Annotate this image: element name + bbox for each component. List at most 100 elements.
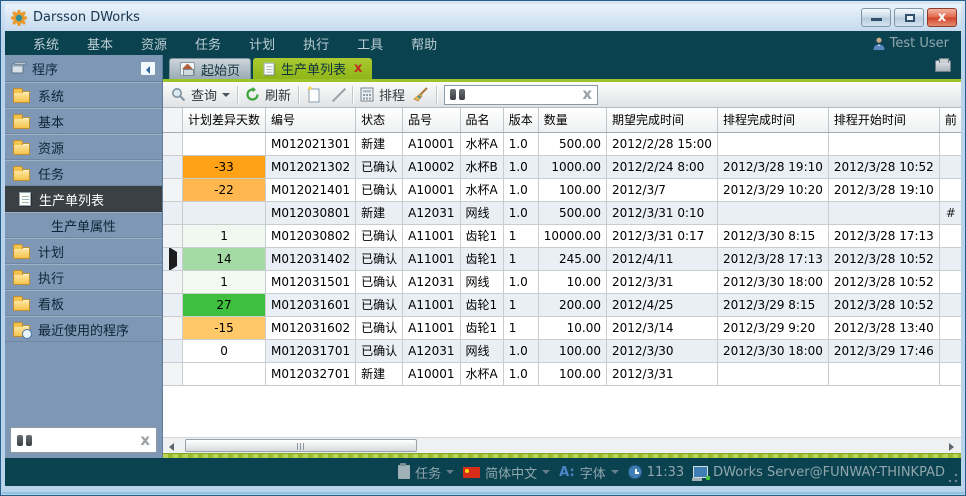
cell-item_no[interactable]: A11001 bbox=[403, 316, 460, 339]
cell-expected[interactable]: 2012/4/11 bbox=[607, 247, 718, 270]
query-dropdown-caret[interactable] bbox=[222, 93, 230, 101]
cell-qty[interactable]: 100.00 bbox=[538, 339, 606, 362]
sidebar-item-生产单列表[interactable]: 生产单列表 bbox=[5, 186, 162, 212]
cell-diff[interactable] bbox=[183, 201, 266, 224]
table-row-M012030802[interactable]: 1M012030802已确认A11001齿轮1110000.002012/3/3… bbox=[163, 224, 961, 247]
cell-item_no[interactable]: A11001 bbox=[403, 247, 460, 270]
row-marker-cell[interactable] bbox=[163, 201, 183, 224]
column-header-期望完成时间[interactable]: 期望完成时间 bbox=[607, 108, 718, 132]
row-marker-cell[interactable] bbox=[163, 270, 183, 293]
cell-version[interactable]: 1.0 bbox=[503, 178, 538, 201]
cell-version[interactable]: 1.0 bbox=[503, 270, 538, 293]
cell-sched_start[interactable]: 2012/3/28 10:52 bbox=[828, 155, 939, 178]
sidebar-collapse-button[interactable] bbox=[140, 61, 156, 76]
menu-item-计划[interactable]: 计划 bbox=[235, 34, 289, 53]
cell-expected[interactable]: 2012/3/31 0:10 bbox=[607, 201, 718, 224]
cell-diff[interactable]: 1 bbox=[183, 270, 266, 293]
cell-version[interactable]: 1.0 bbox=[503, 339, 538, 362]
cell-expected[interactable]: 2012/3/31 bbox=[607, 270, 718, 293]
row-marker-cell[interactable] bbox=[163, 339, 183, 362]
minimize-button[interactable] bbox=[861, 8, 891, 27]
menu-item-执行[interactable]: 执行 bbox=[289, 34, 343, 53]
cell-item_name[interactable]: 网线 bbox=[460, 270, 503, 293]
table-row-M012021401[interactable]: -22M012021401已确认A10001水杯A1.0100.002012/3… bbox=[163, 178, 961, 201]
cell-sched_start[interactable]: 2012/3/28 19:10 bbox=[828, 178, 939, 201]
cell-sched_start[interactable]: 2012/3/28 10:52 bbox=[828, 247, 939, 270]
sidebar-item-计划[interactable]: 计划 bbox=[5, 238, 162, 264]
cell-status[interactable]: 新建 bbox=[356, 362, 403, 385]
cell-qty[interactable]: 100.00 bbox=[538, 178, 606, 201]
scroll-right-button[interactable] bbox=[943, 439, 959, 453]
table-row-M012030801[interactable]: M012030801新建A12031网线1.0500.002012/3/31 0… bbox=[163, 201, 961, 224]
cell-extra[interactable] bbox=[939, 316, 961, 339]
tab-起始页[interactable]: 起始页 bbox=[169, 58, 251, 79]
cell-version[interactable]: 1.0 bbox=[503, 155, 538, 178]
menu-item-系统[interactable]: 系统 bbox=[19, 34, 73, 53]
sidebar-item-资源[interactable]: 资源 bbox=[5, 134, 162, 160]
cell-diff[interactable]: -15 bbox=[183, 316, 266, 339]
cell-code[interactable]: M012031601 bbox=[266, 293, 356, 316]
task-menu[interactable]: 任务 bbox=[398, 463, 454, 482]
cell-item_name[interactable]: 水杯A bbox=[460, 362, 503, 385]
cell-version[interactable]: 1 bbox=[503, 316, 538, 339]
cell-code[interactable]: M012031602 bbox=[266, 316, 356, 339]
cell-version[interactable]: 1 bbox=[503, 224, 538, 247]
cell-status[interactable]: 已确认 bbox=[356, 178, 403, 201]
cell-code[interactable]: M012032701 bbox=[266, 362, 356, 385]
row-marker-cell[interactable] bbox=[163, 247, 183, 270]
cell-code[interactable]: M012031501 bbox=[266, 270, 356, 293]
cell-sched_start[interactable] bbox=[828, 132, 939, 155]
column-header-排程开始时间[interactable]: 排程开始时间 bbox=[828, 108, 939, 132]
sidebar-item-执行[interactable]: 执行 bbox=[5, 264, 162, 290]
cell-sched_start[interactable]: 2012/3/29 17:46 bbox=[828, 339, 939, 362]
table-row-M012031601[interactable]: 27M012031601已确认A11001齿轮11200.002012/4/25… bbox=[163, 293, 961, 316]
cell-sched_start[interactable]: 2012/3/28 17:13 bbox=[828, 224, 939, 247]
cell-item_name[interactable]: 齿轮1 bbox=[460, 316, 503, 339]
cell-code[interactable]: M012021401 bbox=[266, 178, 356, 201]
cell-diff[interactable]: 0 bbox=[183, 339, 266, 362]
cell-sched_start[interactable]: 2012/3/28 10:52 bbox=[828, 293, 939, 316]
printer-icon[interactable] bbox=[935, 60, 951, 72]
table-row-M012031701[interactable]: 0M012031701已确认A12031网线1.0100.002012/3/30… bbox=[163, 339, 961, 362]
cell-code[interactable]: M012030802 bbox=[266, 224, 356, 247]
row-marker-cell[interactable] bbox=[163, 362, 183, 385]
cell-qty[interactable]: 500.00 bbox=[538, 201, 606, 224]
cell-code[interactable]: M012031701 bbox=[266, 339, 356, 362]
cell-qty[interactable]: 100.00 bbox=[538, 362, 606, 385]
sidebar-search-clear-icon[interactable]: x bbox=[140, 433, 150, 448]
cell-code[interactable]: M012030801 bbox=[266, 201, 356, 224]
column-header-品名[interactable]: 品名 bbox=[460, 108, 503, 132]
column-header-排程完成时间[interactable]: 排程完成时间 bbox=[717, 108, 828, 132]
cell-item_no[interactable]: A11001 bbox=[403, 224, 460, 247]
cell-sched_finish[interactable]: 2012/3/30 8:15 bbox=[717, 224, 828, 247]
toolbar-search-input[interactable] bbox=[470, 88, 577, 102]
table-row-M012032701[interactable]: M012032701新建A10001水杯A1.0100.002012/3/31 bbox=[163, 362, 961, 385]
cell-sched_finish[interactable] bbox=[717, 132, 828, 155]
table-row-M012021302[interactable]: -33M012021302已确认A10002水杯B1.01000.002012/… bbox=[163, 155, 961, 178]
schedule-button[interactable]: 排程 bbox=[360, 85, 405, 104]
cell-extra[interactable] bbox=[939, 132, 961, 155]
table-row-M012031602[interactable]: -15M012031602已确认A11001齿轮1110.002012/3/14… bbox=[163, 316, 961, 339]
sidebar-item-基本[interactable]: 基本 bbox=[5, 108, 162, 134]
cell-diff[interactable]: -22 bbox=[183, 178, 266, 201]
cell-sched_finish[interactable]: 2012/3/29 10:20 bbox=[717, 178, 828, 201]
cell-status[interactable]: 新建 bbox=[356, 201, 403, 224]
cell-item_name[interactable]: 齿轮1 bbox=[460, 293, 503, 316]
cell-status[interactable]: 已确认 bbox=[356, 270, 403, 293]
cell-expected[interactable]: 2012/4/25 bbox=[607, 293, 718, 316]
horizontal-scrollbar[interactable] bbox=[163, 437, 961, 453]
refresh-button[interactable]: 刷新 bbox=[245, 85, 291, 104]
cell-sched_start[interactable]: 2012/3/28 10:52 bbox=[828, 270, 939, 293]
cell-item_no[interactable]: A10001 bbox=[403, 178, 460, 201]
column-header-状态[interactable]: 状态 bbox=[356, 108, 403, 132]
menu-item-任务[interactable]: 任务 bbox=[181, 34, 235, 53]
cell-sched_finish[interactable] bbox=[717, 201, 828, 224]
cell-sched_finish[interactable]: 2012/3/29 9:20 bbox=[717, 316, 828, 339]
scroll-left-button[interactable] bbox=[165, 439, 181, 453]
cell-expected[interactable]: 2012/3/31 bbox=[607, 362, 718, 385]
cell-version[interactable]: 1.0 bbox=[503, 132, 538, 155]
cell-status[interactable]: 已确认 bbox=[356, 224, 403, 247]
cell-expected[interactable]: 2012/3/7 bbox=[607, 178, 718, 201]
query-button[interactable]: 查询 bbox=[171, 85, 230, 104]
user-indicator[interactable]: Test User bbox=[873, 36, 949, 51]
